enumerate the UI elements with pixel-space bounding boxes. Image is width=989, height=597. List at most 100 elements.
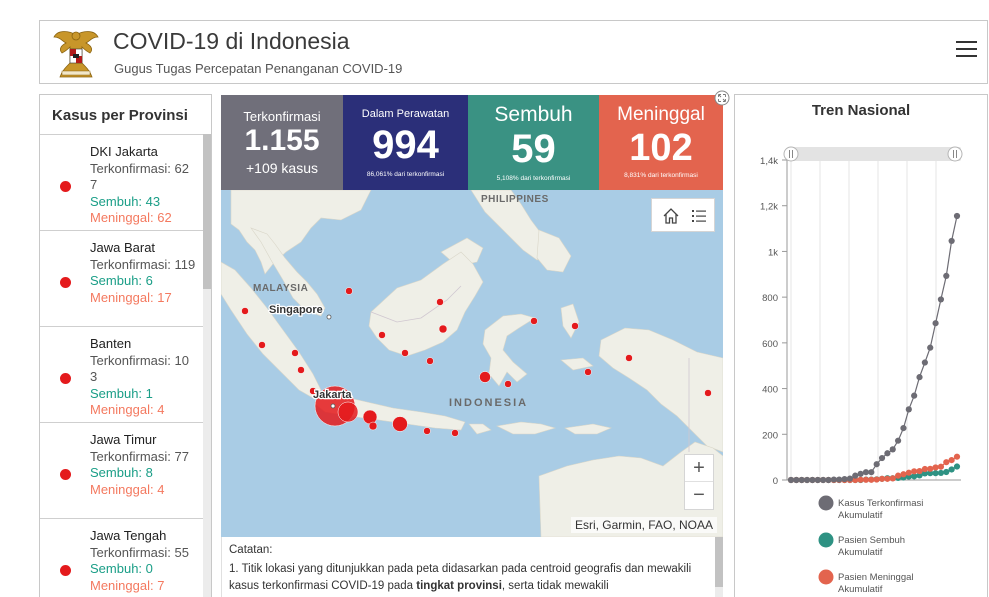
chart-range-scrollbar[interactable] [789, 147, 961, 161]
case-marker-maluku[interactable] [584, 368, 592, 376]
list-icon[interactable] [688, 205, 710, 227]
data-point[interactable] [900, 425, 907, 432]
case-marker-bali[interactable] [423, 427, 431, 435]
expand-icon[interactable] [714, 90, 730, 106]
province-scrollbar[interactable] [203, 134, 211, 597]
data-point[interactable] [820, 476, 827, 484]
case-marker-papua[interactable] [704, 389, 712, 397]
case-marker-aceh[interactable] [241, 307, 249, 315]
data-point[interactable] [916, 467, 923, 475]
legend-swatch[interactable] [818, 569, 834, 585]
data-point[interactable] [793, 476, 800, 484]
data-point[interactable] [878, 454, 886, 462]
province-scrollbar-thumb[interactable] [203, 134, 211, 289]
data-point[interactable] [889, 475, 896, 482]
province-list-item[interactable]: DKI Jakarta Terkonfirmasi: 627 Sembuh: 4… [40, 134, 203, 230]
data-point[interactable] [814, 476, 821, 484]
data-point[interactable] [836, 476, 843, 483]
data-point[interactable] [889, 446, 896, 453]
legend-swatch[interactable] [818, 532, 834, 548]
zoom-in-button[interactable]: + [685, 455, 713, 482]
data-point[interactable] [846, 475, 854, 482]
case-marker-sultra[interactable] [504, 380, 512, 388]
data-point[interactable] [943, 272, 950, 279]
case-marker-riau[interactable] [291, 349, 299, 357]
data-point[interactable] [937, 469, 945, 477]
case-marker-kalteng[interactable] [401, 349, 409, 357]
data-point[interactable] [878, 475, 886, 482]
range-handle-icon[interactable] [783, 146, 799, 162]
data-point[interactable] [798, 476, 805, 484]
case-marker-jateng[interactable] [362, 409, 378, 425]
data-point[interactable] [948, 466, 955, 473]
data-point[interactable] [911, 392, 918, 399]
data-point[interactable] [857, 470, 864, 477]
case-marker-ntb[interactable] [451, 429, 459, 437]
data-point[interactable] [862, 469, 870, 476]
data-point[interactable] [948, 457, 955, 464]
case-marker-kalsel[interactable] [426, 357, 434, 365]
province-list-item[interactable]: Banten Terkonfirmasi: 103 Sembuh: 1 Meni… [40, 326, 203, 422]
case-marker-jambi[interactable] [297, 366, 305, 374]
hamburger-menu-icon[interactable] [956, 41, 977, 61]
data-point[interactable] [953, 453, 961, 460]
map-attribution[interactable]: Esri, Garmin, FAO, NOAA [570, 517, 717, 533]
data-point[interactable] [857, 476, 864, 483]
data-point[interactable] [953, 463, 961, 470]
data-point[interactable] [953, 212, 961, 220]
case-marker-jabar[interactable] [337, 401, 359, 423]
data-point[interactable] [937, 296, 945, 303]
data-point[interactable] [868, 476, 875, 483]
case-marker-kaltim[interactable] [438, 324, 448, 334]
data-point[interactable] [921, 465, 928, 473]
data-point[interactable] [841, 475, 848, 483]
case-marker-papbar[interactable] [625, 354, 633, 362]
map-view[interactable]: PHILIPPINES MALAYSIA Singapore INDONESIA [221, 190, 723, 537]
data-point[interactable] [943, 459, 950, 466]
case-marker-sulut[interactable] [530, 317, 538, 325]
province-list-item[interactable]: Jawa Tengah Terkonfirmasi: 55 Sembuh: 0 … [40, 518, 203, 597]
case-marker-sumut[interactable] [258, 341, 266, 349]
data-point[interactable] [803, 476, 811, 484]
data-point[interactable] [884, 450, 891, 457]
data-point[interactable] [862, 476, 870, 483]
trend-chart[interactable]: 0 200 400 600 800 1k 1,2k 1,4k Kasus Terkonfirm… [735, 95, 987, 597]
data-point[interactable] [927, 344, 934, 351]
case-marker-riau-islands[interactable] [345, 287, 353, 295]
data-point[interactable] [932, 464, 939, 471]
notes-scrollbar[interactable] [715, 537, 723, 597]
data-point[interactable] [911, 468, 918, 475]
data-point[interactable] [943, 468, 950, 476]
data-point[interactable] [905, 406, 912, 413]
case-marker-jatim[interactable] [392, 416, 408, 432]
data-point[interactable] [873, 461, 880, 468]
data-point[interactable] [937, 463, 945, 470]
data-point[interactable] [894, 472, 902, 479]
data-point[interactable] [916, 374, 923, 381]
legend-swatch[interactable] [818, 495, 834, 511]
data-point[interactable] [900, 471, 907, 478]
map-canvas[interactable]: PHILIPPINES MALAYSIA Singapore INDONESIA [221, 190, 723, 537]
data-point[interactable] [825, 476, 832, 484]
data-point[interactable] [868, 469, 875, 476]
zoom-out-button[interactable]: − [685, 482, 713, 509]
data-point[interactable] [809, 476, 816, 484]
data-point[interactable] [830, 476, 837, 483]
data-point[interactable] [873, 476, 880, 483]
data-point[interactable] [932, 470, 939, 477]
data-point[interactable] [852, 472, 859, 479]
data-point[interactable] [905, 469, 912, 476]
data-point[interactable] [787, 476, 795, 484]
data-point[interactable] [948, 237, 955, 245]
data-point[interactable] [921, 359, 928, 366]
province-list-item[interactable]: Jawa Timur Terkonfirmasi: 77 Sembuh: 8 M… [40, 422, 203, 518]
notes-scrollbar-thumb[interactable] [715, 537, 723, 587]
home-icon[interactable] [660, 205, 682, 227]
case-marker-malut[interactable] [571, 322, 579, 330]
case-marker-sulsel[interactable] [479, 371, 491, 383]
case-marker-kalbar[interactable] [378, 331, 386, 339]
data-point[interactable] [894, 437, 902, 444]
data-point[interactable] [927, 465, 934, 472]
case-marker-kaltara[interactable] [436, 298, 444, 306]
range-handle-icon[interactable] [947, 146, 963, 162]
